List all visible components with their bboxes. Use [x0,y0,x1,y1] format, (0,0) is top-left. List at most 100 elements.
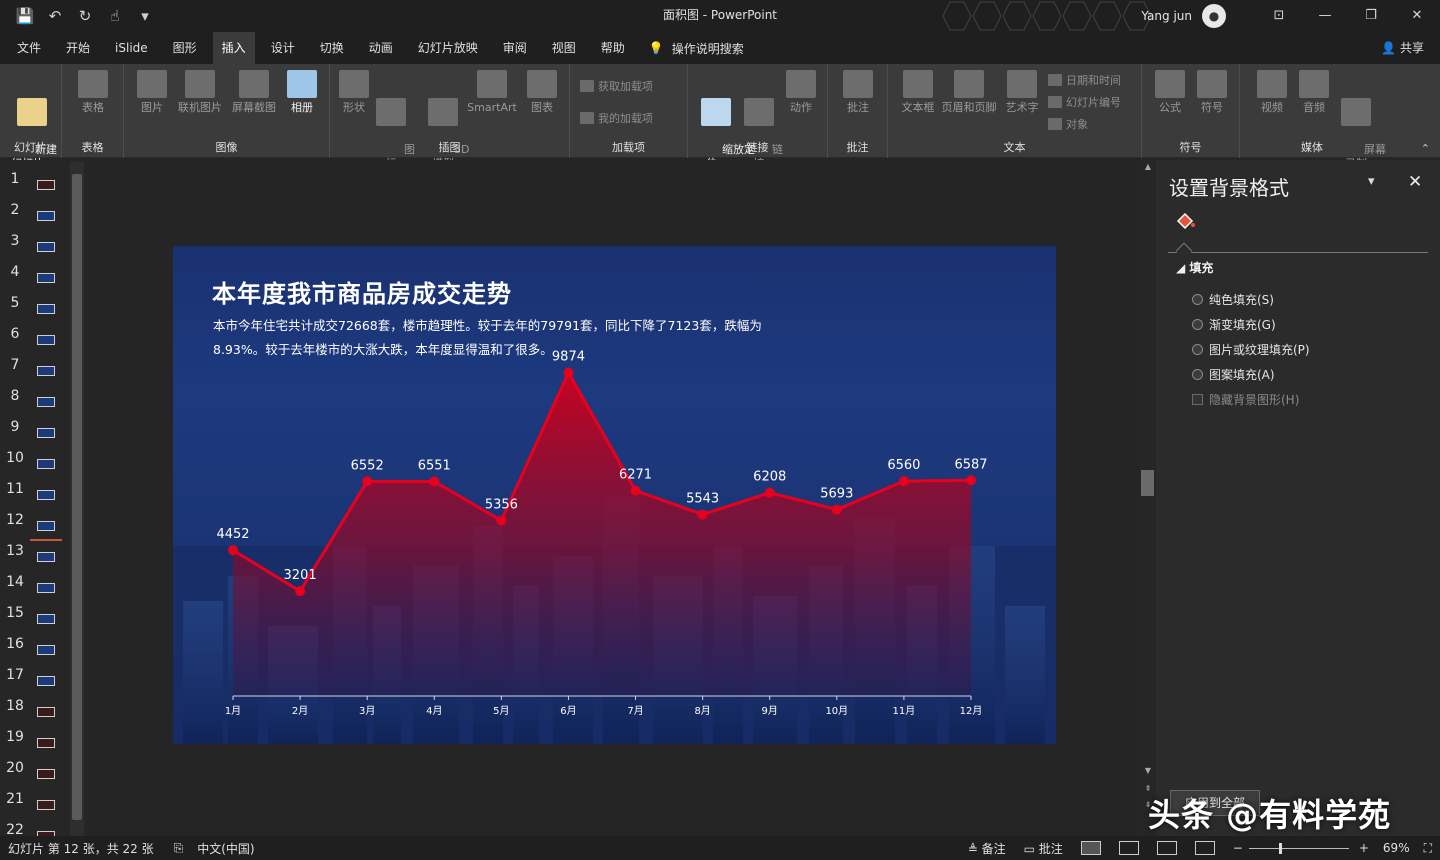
tab-transitions[interactable]: 切换 [311,32,353,64]
wordart-button[interactable]: 艺术字 [1002,68,1042,115]
slide-thumbnail[interactable]: 14 [0,570,68,601]
ribbon-display-options-icon[interactable]: ⊡ [1256,0,1302,32]
slide-preview[interactable] [37,459,55,469]
data-point[interactable] [831,504,842,515]
slide[interactable]: 4452 1月 3201 2月 6552 3月 6551 4月 5356 5月 9874 6月 6271… [173,246,1056,744]
slide-preview[interactable] [37,428,55,438]
slide-preview[interactable] [37,707,55,717]
pattern-fill-option[interactable]: 图案填充(A) [1192,366,1275,383]
tab-help[interactable]: 帮助 [592,32,634,64]
fill-section-header[interactable]: ◢ 填充 [1176,259,1213,276]
data-point[interactable] [496,515,507,526]
thumbnail-scrollbar-thumb[interactable] [72,174,82,820]
tab-animations[interactable]: 动画 [360,32,402,64]
slide-thumbnail[interactable]: 12 [0,508,68,541]
zoom-out-icon[interactable]: − [1233,841,1243,855]
slide-title[interactable]: 本年度我市商品房成交走势 [212,274,512,309]
data-point[interactable] [898,476,909,487]
object-button[interactable]: 对象 [1048,116,1088,132]
canvas-scrollbar-thumb[interactable] [1141,470,1154,496]
my-addins-button[interactable]: 我的加载项 [580,110,653,126]
slide-preview[interactable] [37,614,55,624]
share-button[interactable]: 👤 共享 [1381,32,1424,64]
pane-close-icon[interactable]: ✕ [1408,172,1422,192]
data-point[interactable] [697,509,708,520]
undo-icon[interactable]: ↶ [44,7,66,25]
slide-thumbnail[interactable]: 8 [0,384,68,415]
hide-background-checkbox[interactable] [1192,394,1203,405]
slide-thumbnail[interactable]: 7 [0,353,68,384]
date-time-button[interactable]: 日期和时间 [1048,72,1121,88]
slide-thumbnail[interactable]: 20 [0,756,68,787]
normal-view-icon[interactable] [1080,841,1101,855]
solid-fill-radio[interactable] [1192,294,1203,305]
zoom-slider-knob[interactable] [1278,842,1282,854]
hide-background-graphics-option[interactable]: 隐藏背景图形(H) [1192,391,1299,408]
action-button[interactable]: 动作 [782,68,820,115]
tab-review[interactable]: 审阅 [494,32,536,64]
album-button[interactable]: 相册 [280,68,324,115]
data-point[interactable] [966,475,976,486]
header-footer-button[interactable]: 页眉和页脚 [938,68,1000,115]
slide-preview[interactable] [37,335,55,345]
scroll-up-icon[interactable]: ▲ [1140,162,1156,171]
slide-thumbnail[interactable]: 1 [0,167,68,198]
slide-preview[interactable] [37,490,55,500]
slide-thumbnail[interactable]: 13 [0,539,68,570]
slide-preview[interactable] [37,273,55,283]
slide-preview[interactable] [37,676,55,686]
minimize-icon[interactable]: — [1302,0,1348,32]
slide-description[interactable]: 本市今年住宅共计成交72668套，楼市趋理性。较于去年的79791套，同比下降了… [213,314,793,362]
paint-bucket-icon[interactable] [1174,210,1196,232]
chart-button[interactable]: 图表 [522,68,562,115]
restore-icon[interactable]: ❐ [1348,0,1394,32]
online-picture-button[interactable]: 联机图片 [174,68,226,115]
slide-preview[interactable] [37,180,55,190]
slide-thumbnail[interactable]: 18 [0,694,68,725]
close-icon[interactable]: ✕ [1394,0,1440,32]
touch-mode-icon[interactable]: ☝ [104,7,126,25]
smartart-button[interactable]: SmartArt [464,68,520,115]
slide-thumbnail[interactable]: 19 [0,725,68,756]
slide-thumbnail[interactable]: 21 [0,787,68,818]
save-icon[interactable]: 💾 [14,7,36,25]
scroll-down-icon[interactable]: ▼ [1140,766,1156,775]
gradient-fill-option[interactable]: 渐变填充(G) [1192,316,1276,333]
video-button[interactable]: 视频 [1252,68,1292,115]
pane-options-icon[interactable]: ▾ [1368,174,1375,189]
slide-thumbnail[interactable]: 3 [0,229,68,260]
tab-insert[interactable]: 插入 [212,32,255,64]
collapse-ribbon-icon[interactable]: ⌃ [1421,142,1430,155]
picture-fill-option[interactable]: 图片或纹理填充(P) [1192,341,1310,358]
tab-file[interactable]: 文件 [8,32,50,64]
slide-thumbnail[interactable]: 9 [0,415,68,446]
pattern-fill-radio[interactable] [1192,369,1203,380]
tab-slideshow[interactable]: 幻灯片放映 [409,32,487,64]
data-point[interactable] [295,586,306,597]
tab-view[interactable]: 视图 [543,32,585,64]
notes-button[interactable]: ≜ 备注 [968,840,1006,857]
slideshow-view-icon[interactable] [1194,841,1215,855]
data-point[interactable] [228,545,238,556]
user-name[interactable]: Yang jun [1141,9,1192,23]
slide-preview[interactable] [37,304,55,314]
slide-preview[interactable] [37,645,55,655]
language-indicator[interactable]: 中文(中国) [197,840,254,857]
get-addins-button[interactable]: 获取加载项 [580,78,653,94]
redo-icon[interactable]: ↻ [74,7,96,25]
customize-icon[interactable]: ▾ [134,7,156,25]
zoom-in-icon[interactable]: + [1359,841,1369,855]
canvas-scrollbar[interactable]: ▲ ▼ ⇞ ⇟ [1140,160,1156,836]
data-point[interactable] [630,485,641,496]
slide-number-button[interactable]: 幻灯片编号 [1048,94,1121,110]
gradient-fill-radio[interactable] [1192,319,1203,330]
slide-preview[interactable] [37,242,55,252]
comments-button[interactable]: ▭ 批注 [1024,840,1063,857]
data-point[interactable] [429,476,440,487]
picture-button[interactable]: 图片 [132,68,172,115]
slide-preview[interactable] [37,397,55,407]
audio-button[interactable]: 音频 [1294,68,1334,115]
equation-button[interactable]: 公式 [1150,68,1190,115]
tab-shapes[interactable]: 图形 [164,32,206,64]
zoom-slider[interactable] [1248,842,1349,854]
